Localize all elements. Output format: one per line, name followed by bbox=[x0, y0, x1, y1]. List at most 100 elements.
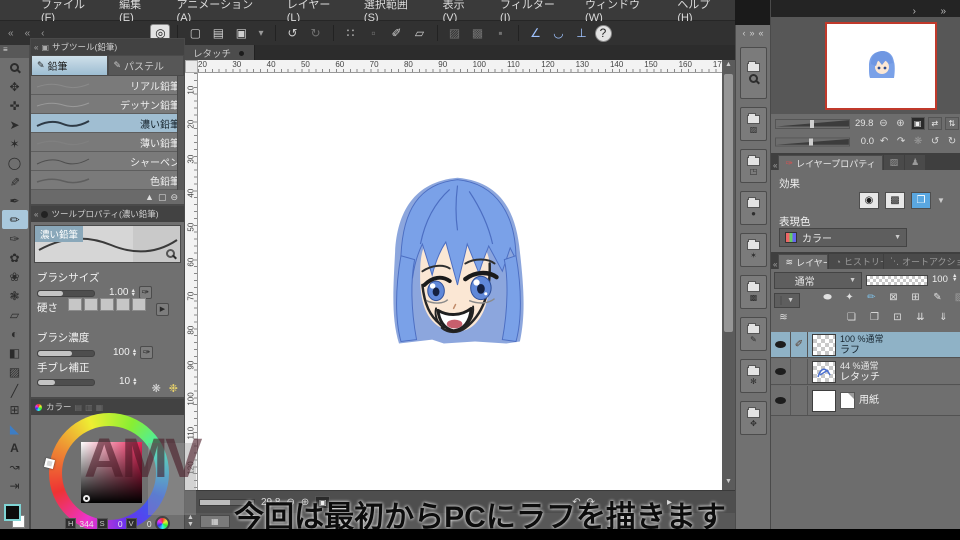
blend-mode-dropdown[interactable]: 通常 bbox=[774, 272, 862, 289]
nav-zoom-in-icon[interactable] bbox=[893, 118, 907, 129]
merge-down-icon[interactable] bbox=[935, 312, 952, 323]
palette-color-dropdown[interactable] bbox=[774, 293, 800, 308]
save-file-icon[interactable] bbox=[231, 24, 251, 42]
layer-search-icon[interactable] bbox=[775, 312, 792, 323]
snap-to-grid-icon[interactable] bbox=[572, 24, 592, 42]
fill-tool[interactable] bbox=[2, 343, 28, 362]
dock-disc-folder[interactable] bbox=[740, 191, 767, 225]
tab-decoration-info[interactable] bbox=[905, 155, 926, 170]
hardness-step-5[interactable] bbox=[132, 298, 147, 311]
tone-effect-icon[interactable] bbox=[885, 192, 905, 209]
layer-row-paper[interactable]: 用紙 bbox=[771, 386, 960, 416]
frame-border-tool[interactable] bbox=[2, 400, 28, 419]
eyedropper-tool[interactable] bbox=[2, 172, 28, 191]
layer-thumbnail[interactable] bbox=[812, 389, 836, 412]
new-folder-icon[interactable] bbox=[866, 312, 883, 323]
stabilization-slider[interactable] bbox=[37, 379, 95, 386]
snap-to-special-ruler-icon[interactable] bbox=[549, 24, 569, 42]
flip-horizontal-icon[interactable] bbox=[927, 117, 942, 130]
timeline-tool[interactable] bbox=[2, 476, 28, 495]
panel-expand-icon[interactable] bbox=[940, 6, 946, 17]
transfer-down-icon[interactable] bbox=[912, 312, 929, 323]
scrollbar-thumb[interactable] bbox=[724, 74, 733, 332]
visibility-cell[interactable] bbox=[771, 332, 791, 357]
hardness-step-1[interactable] bbox=[68, 298, 83, 311]
watercolor-tool[interactable] bbox=[2, 248, 28, 267]
zoom-tool[interactable] bbox=[2, 58, 28, 77]
layer-thumbnail[interactable] bbox=[812, 360, 836, 383]
eraser-tool[interactable] bbox=[2, 305, 28, 324]
dock-edit-group[interactable] bbox=[740, 47, 767, 99]
density-slider[interactable] bbox=[37, 350, 95, 357]
pencil-tool[interactable] bbox=[1, 210, 28, 229]
preview-zoom-icon[interactable] bbox=[166, 249, 175, 258]
layer-name[interactable]: レタッチ bbox=[840, 372, 880, 383]
tab-layer-property[interactable]: レイヤープロパティ bbox=[778, 155, 883, 170]
reference-layer-icon[interactable] bbox=[841, 292, 858, 303]
lock-icon[interactable] bbox=[145, 192, 154, 202]
hardness-step-3[interactable] bbox=[100, 298, 115, 311]
subtool-item-real-pencil[interactable]: リアル鉛筆 bbox=[31, 76, 184, 95]
dock-pose-folder[interactable] bbox=[740, 359, 767, 393]
density-stepper[interactable] bbox=[132, 349, 137, 357]
brush-tool[interactable] bbox=[2, 229, 28, 248]
navigator-rotate-slider[interactable] bbox=[775, 137, 850, 146]
dock-transform-folder[interactable] bbox=[740, 233, 767, 267]
expression-color-dropdown[interactable]: カラー bbox=[779, 228, 907, 247]
layer-name[interactable]: ラフ bbox=[840, 345, 884, 356]
collapse-left2-icon[interactable] bbox=[21, 28, 35, 39]
redo-icon[interactable] bbox=[306, 24, 326, 42]
nav-reset-left-icon[interactable] bbox=[928, 136, 942, 147]
panel-collapse-icon[interactable] bbox=[773, 161, 777, 170]
move-tool[interactable] bbox=[2, 96, 28, 115]
lock-transparent-icon[interactable] bbox=[907, 292, 924, 303]
layer-color-effect-icon[interactable] bbox=[911, 192, 931, 209]
panel-collapse-icon[interactable] bbox=[34, 210, 38, 219]
dock-prev-icon[interactable] bbox=[742, 28, 745, 38]
panel-collapse-icon[interactable] bbox=[34, 43, 38, 52]
border-effect-icon[interactable] bbox=[859, 192, 879, 209]
draft-layer-icon[interactable] bbox=[863, 292, 880, 303]
brush-size-stepper[interactable] bbox=[130, 289, 135, 297]
tab-layer[interactable]: レイヤー bbox=[778, 254, 829, 269]
collapse-left-icon[interactable] bbox=[4, 28, 18, 39]
selection-tool[interactable] bbox=[2, 153, 28, 172]
hint-lamp-icon[interactable] bbox=[169, 382, 178, 395]
new-layer-icon[interactable] bbox=[843, 312, 860, 323]
open-file-icon[interactable] bbox=[208, 24, 228, 42]
color-slider-tab-icon[interactable] bbox=[85, 403, 93, 412]
subtool-item-light-pencil[interactable]: 薄い鉛筆 bbox=[31, 133, 184, 152]
effect-more-icon[interactable] bbox=[937, 196, 945, 205]
undo-icon[interactable] bbox=[283, 24, 303, 42]
scroll-up-icon[interactable] bbox=[722, 61, 735, 72]
hand-tool[interactable] bbox=[2, 77, 28, 96]
deselect-icon[interactable] bbox=[341, 24, 361, 42]
canvas-tab[interactable]: レタッチ bbox=[185, 45, 256, 60]
help-icon[interactable] bbox=[594, 24, 612, 42]
dock-arrows-folder[interactable] bbox=[740, 401, 767, 435]
dock-pen-folder[interactable] bbox=[740, 317, 767, 351]
line-correction-tool[interactable] bbox=[2, 457, 28, 476]
tab-auto-action[interactable]: オートアクション bbox=[884, 254, 960, 269]
scroll-down-icon[interactable] bbox=[722, 478, 735, 489]
transform-icon[interactable] bbox=[410, 24, 430, 42]
dock-picture-folder[interactable] bbox=[740, 275, 767, 309]
subtool-item-mechanical-pencil[interactable]: シャーペン bbox=[31, 152, 184, 171]
panel-collapse-icon[interactable] bbox=[773, 260, 777, 269]
delete-subtool-icon[interactable] bbox=[170, 192, 178, 203]
opacity-stepper[interactable] bbox=[952, 274, 957, 282]
subtool-scrollbar[interactable] bbox=[177, 76, 184, 190]
duplicate-layer-icon[interactable] bbox=[889, 312, 906, 323]
layer-thumbnail[interactable] bbox=[812, 333, 836, 356]
stabilization-stepper[interactable] bbox=[132, 378, 137, 386]
settings-gear-icon[interactable] bbox=[152, 382, 161, 395]
canvas[interactable] bbox=[198, 73, 722, 490]
tab-pencil[interactable]: 鉛筆 bbox=[31, 55, 108, 76]
dock-image-folder[interactable] bbox=[740, 107, 767, 141]
color-history-tab-icon[interactable] bbox=[96, 403, 104, 412]
reselect-icon[interactable] bbox=[364, 24, 384, 42]
new-subtool-icon[interactable] bbox=[158, 192, 167, 203]
nav-reset-right-icon[interactable] bbox=[945, 136, 959, 147]
sv-marker[interactable] bbox=[83, 495, 90, 502]
lock-layer-icon[interactable] bbox=[885, 292, 902, 303]
